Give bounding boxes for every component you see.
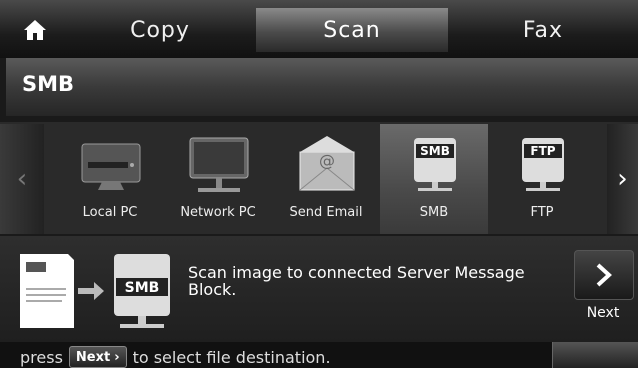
- top-tab-bar: Copy Scan Fax: [0, 0, 638, 58]
- chevron-left-icon: ‹: [16, 164, 28, 194]
- destination-label: Local PC: [82, 205, 138, 220]
- tab-home[interactable]: [6, 8, 64, 52]
- footer-suffix: to select file destination.: [132, 347, 331, 367]
- destination-send-email[interactable]: @ Send Email: [272, 124, 380, 234]
- smb-icon: SMB: [414, 138, 456, 191]
- scroll-left-button[interactable]: ‹: [0, 124, 44, 234]
- network-pc-icon: [189, 137, 249, 192]
- chevron-right-icon: [596, 263, 612, 287]
- tab-fax[interactable]: Fax: [448, 8, 638, 52]
- tab-fax-label: Fax: [522, 17, 564, 43]
- tab-scan[interactable]: Scan: [256, 8, 448, 52]
- title-bar: SMB: [6, 58, 638, 116]
- ftp-icon: FTP: [522, 138, 564, 191]
- svg-text:FTP: FTP: [530, 144, 555, 158]
- destination-label: Send Email: [289, 205, 363, 220]
- next-button-label: Next: [586, 305, 620, 321]
- svg-text:SMB: SMB: [125, 280, 160, 296]
- tab-copy-label: Copy: [130, 17, 190, 43]
- footer-hint: press Next › to select file destination.: [20, 346, 331, 368]
- next-button[interactable]: [574, 250, 634, 300]
- arrow-right-icon: [78, 282, 104, 300]
- chevron-right-icon: ›: [617, 164, 628, 194]
- destination-label: SMB: [419, 205, 449, 220]
- local-pc-icon: [81, 143, 141, 190]
- destination-smb[interactable]: SMB SMB: [380, 124, 488, 234]
- document-icon: [20, 254, 74, 328]
- scroll-right-button[interactable]: ›: [607, 124, 638, 234]
- footer-corner-panel: [552, 342, 638, 368]
- destination-label: FTP: [530, 205, 554, 220]
- svg-text:SMB: SMB: [420, 144, 450, 158]
- destination-label: Network PC: [180, 205, 256, 220]
- scan-to-smb-illustration: SMB: [20, 254, 170, 328]
- destination-ftp[interactable]: FTP FTP: [488, 124, 596, 234]
- page-title: SMB: [22, 72, 75, 96]
- info-description: Scan image to connected Server Message B…: [188, 263, 525, 299]
- svg-text:@: @: [319, 151, 335, 170]
- chevron-right-icon: ›: [114, 349, 120, 365]
- tab-copy[interactable]: Copy: [64, 8, 256, 52]
- destination-network-pc[interactable]: Network PC: [164, 124, 272, 234]
- footer-next-label: Next: [75, 349, 111, 365]
- footer-next-key: Next ›: [68, 346, 127, 368]
- home-icon: [24, 20, 46, 40]
- send-email-icon: @: [299, 136, 355, 191]
- destination-local-pc[interactable]: Local PC: [56, 124, 164, 234]
- smb-server-icon: SMB: [114, 254, 170, 328]
- tab-scan-label: Scan: [323, 17, 381, 43]
- footer-prefix: press: [20, 347, 63, 367]
